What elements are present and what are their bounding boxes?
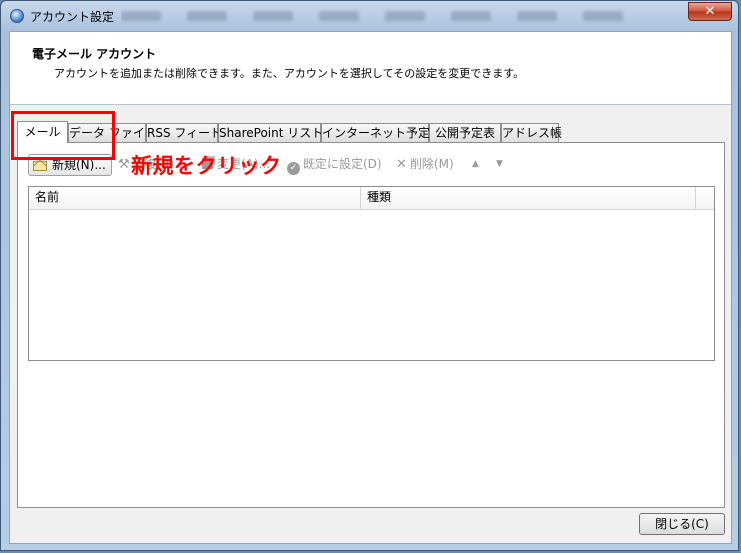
account-toolbar: 新規(N)... ⚒ 修復(R)... 変更(A)... ✓ 既定に設定(D) ✕ 削…	[18, 153, 724, 177]
mail-tab-panel: 新規(N)... ⚒ 修復(R)... 変更(A)... ✓ 既定に設定(D) ✕ 削…	[17, 142, 725, 508]
section-title: 電子メール アカウント	[32, 47, 157, 61]
blurred-background	[121, 8, 678, 24]
delete-button-label: 削除(M)	[409, 157, 454, 171]
move-up-button[interactable]: ▲	[472, 154, 479, 176]
dialog-client-area: 電子メール アカウント アカウントを追加または削除できます。また、アカウントを選…	[9, 31, 732, 544]
window-close-button[interactable]: ✕	[688, 2, 732, 21]
close-dialog-button[interactable]: 閉じる(C)	[639, 513, 725, 535]
delete-button[interactable]: ✕ 削除(M)	[396, 154, 454, 176]
account-settings-window: アカウント設定 ✕ 電子メール アカウント アカウントを追加または削除できます。…	[0, 0, 739, 551]
annotation-highlight-box	[11, 111, 115, 160]
list-header: 名前 種類	[29, 187, 714, 210]
column-header-type[interactable]: 種類	[361, 187, 696, 209]
header-band: 電子メール アカウント アカウントを追加または削除できます。また、アカウントを選…	[10, 32, 731, 105]
tab-sharepoint-lists[interactable]: SharePoint リスト	[218, 123, 323, 142]
set-default-button-label: 既定に設定(D)	[303, 157, 382, 171]
up-arrow-icon: ▲	[472, 159, 479, 169]
move-down-button[interactable]: ▼	[496, 154, 503, 176]
new-button-label: 新規(N)...	[52, 158, 106, 172]
set-default-button[interactable]: ✓ 既定に設定(D)	[287, 154, 382, 176]
delete-x-icon: ✕	[396, 157, 407, 172]
column-header-name[interactable]: 名前	[29, 187, 361, 209]
account-list[interactable]: 名前 種類	[28, 186, 715, 361]
envelope-new-icon	[33, 159, 49, 171]
section-description: アカウントを追加または削除できます。また、アカウントを選択してその設定を変更でき…	[54, 67, 525, 80]
down-arrow-icon: ▼	[496, 159, 503, 169]
repair-icon: ⚒	[118, 157, 130, 172]
title-bar[interactable]: アカウント設定 ✕	[1, 1, 738, 31]
tab-rss-feeds[interactable]: RSS フィード	[146, 123, 222, 142]
tab-internet-calendars[interactable]: インターネット予定表	[321, 123, 442, 142]
tab-published-calendars[interactable]: 公開予定表	[429, 123, 501, 142]
tab-address-books[interactable]: アドレス帳	[501, 123, 562, 142]
check-circle-icon: ✓	[287, 162, 300, 175]
window-title: アカウント設定	[30, 10, 115, 24]
outlook-app-icon	[10, 9, 24, 23]
annotation-text: 新規をクリック	[131, 154, 282, 178]
